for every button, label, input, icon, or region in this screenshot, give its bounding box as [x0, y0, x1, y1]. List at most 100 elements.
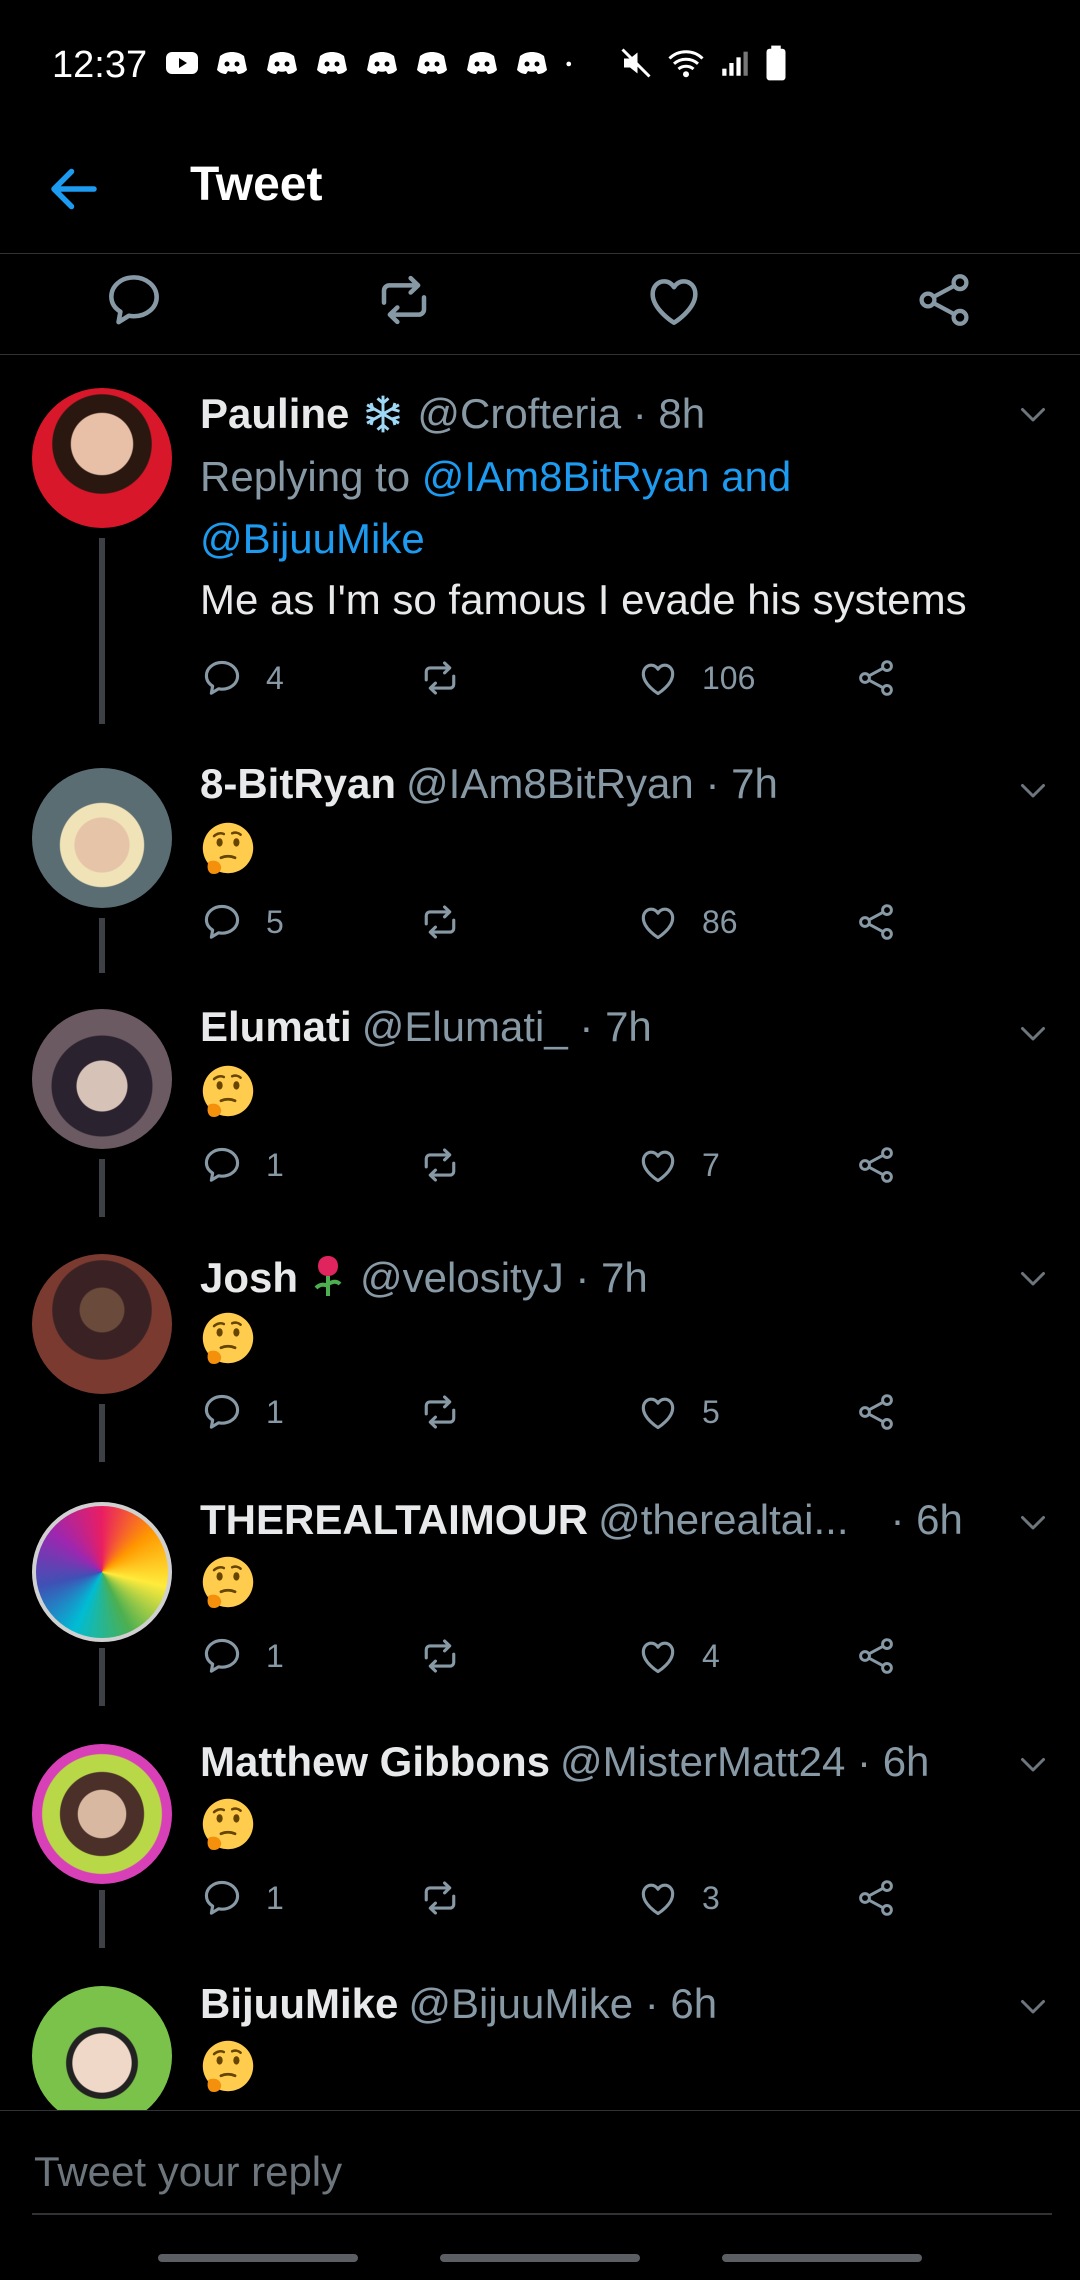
thread-line	[99, 1159, 105, 1217]
reply-button[interactable]: 1	[200, 1634, 284, 1678]
like-button[interactable]: 4	[636, 1634, 720, 1678]
arrow-left-icon[interactable]	[44, 159, 104, 219]
nav-home[interactable]	[440, 2254, 640, 2262]
avatar[interactable]	[32, 1744, 172, 1884]
share-button[interactable]	[854, 900, 898, 944]
display-name[interactable]: Elumati	[200, 1003, 352, 1050]
retweet-button[interactable]	[418, 900, 484, 944]
system-nav-bar	[0, 2240, 1080, 2280]
retweet-button[interactable]	[418, 1876, 484, 1920]
retweet-icon	[418, 1634, 462, 1678]
display-name[interactable]: 8-BitRyan	[200, 760, 396, 807]
nav-back[interactable]	[722, 2254, 922, 2262]
retweet-button[interactable]	[418, 1634, 484, 1678]
display-name[interactable]: THEREALTAIMOUR	[200, 1496, 588, 1543]
thread-line	[99, 1404, 105, 1462]
reply-icon	[200, 656, 244, 700]
status-time: 12:37	[52, 44, 148, 86]
thread-line	[99, 918, 105, 973]
chevron-down-icon[interactable]	[1015, 1015, 1051, 1051]
discord-icon	[217, 52, 247, 74]
discord-icon	[367, 52, 397, 74]
chevron-down-icon[interactable]	[1015, 1746, 1051, 1782]
share-button[interactable]	[854, 1143, 898, 1187]
tweet-header: Josh @velosityJ · 7h	[200, 1252, 648, 1302]
share-button[interactable]	[854, 1876, 898, 1920]
avatar[interactable]	[32, 1502, 172, 1642]
share-icon	[854, 1876, 898, 1920]
reply-icon	[200, 1876, 244, 1920]
like-button[interactable]: 106	[636, 656, 755, 700]
reply-input[interactable]	[32, 2131, 1052, 2215]
reply-count: 1	[266, 1393, 284, 1430]
timestamp: · 6h	[890, 1496, 963, 1543]
avatar[interactable]	[32, 768, 172, 908]
chevron-down-icon[interactable]	[1015, 772, 1051, 808]
display-name[interactable]: Pauline	[200, 390, 349, 437]
timestamp: · 7h	[705, 760, 778, 807]
reply-count: 1	[266, 1879, 284, 1916]
like-count: 106	[702, 659, 756, 696]
share-button[interactable]	[854, 656, 898, 700]
nav-recents[interactable]	[158, 2254, 358, 2262]
chevron-down-icon[interactable]	[1015, 396, 1051, 432]
retweet-icon	[418, 1143, 462, 1187]
chevron-down-icon[interactable]	[1015, 1988, 1051, 2024]
handle: @MisterMatt24	[560, 1738, 846, 1785]
tweet-actions: 4 106	[200, 656, 920, 706]
like-button[interactable]: 5	[636, 1390, 720, 1434]
battery-icon	[766, 45, 786, 81]
thread-line	[99, 1890, 105, 1948]
reply-button[interactable]: 5	[200, 900, 284, 944]
reply-button[interactable]: 4	[200, 656, 284, 700]
handle: @BijuuMike	[408, 1980, 634, 2027]
heart-icon[interactable]	[642, 268, 706, 332]
chevron-down-icon[interactable]	[1015, 1504, 1051, 1540]
like-count: 5	[702, 1393, 720, 1430]
display-name[interactable]: Matthew Gibbons	[200, 1738, 550, 1785]
display-name[interactable]: BijuuMike	[200, 1980, 398, 2027]
thinking-face-emoji	[200, 1796, 256, 1852]
share-button[interactable]	[854, 1390, 898, 1434]
timestamp: · 6h	[644, 1980, 718, 2027]
avatar[interactable]	[32, 1986, 172, 2110]
share-icon[interactable]	[912, 268, 976, 332]
share-icon	[854, 900, 898, 944]
avatar[interactable]	[32, 1254, 172, 1394]
retweet-button[interactable]	[418, 1390, 484, 1434]
reply-button[interactable]: 1	[200, 1390, 284, 1434]
heart-icon	[636, 1143, 680, 1187]
timestamp: · 7h	[575, 1254, 648, 1301]
retweet-icon	[418, 656, 462, 700]
reply-button[interactable]: 1	[200, 1143, 284, 1187]
tweet-header: Matthew Gibbons @MisterMatt24 · 6h	[200, 1738, 929, 1786]
reply-button[interactable]: 1	[200, 1876, 284, 1920]
main-tweet-actions	[0, 254, 1080, 355]
display-name[interactable]: Josh	[200, 1254, 298, 1301]
system-icons	[618, 44, 788, 82]
reply-icon[interactable]	[102, 268, 166, 332]
like-count: 4	[702, 1637, 720, 1674]
heart-icon	[636, 656, 680, 700]
reply-tweet[interactable]: BijuuMike @BijuuMike · 6h	[0, 1946, 1080, 2110]
tweet-header: 8-BitRyan @IAm8BitRyan · 7h	[200, 760, 778, 808]
tweet-actions: 1 4	[200, 1634, 920, 1684]
tweet-header: Pauline @Crofteria · 8h	[200, 390, 705, 438]
avatar[interactable]	[32, 1009, 172, 1149]
retweet-button[interactable]	[418, 1143, 484, 1187]
mention-link[interactable]: @IAm8BitRyan and	[422, 453, 791, 500]
discord-icon	[417, 52, 447, 74]
tweet-header: BijuuMike @BijuuMike · 6h	[200, 1980, 717, 2028]
like-button[interactable]: 3	[636, 1876, 720, 1920]
tweet-actions: 1 7	[200, 1143, 920, 1193]
avatar[interactable]	[32, 388, 172, 528]
chevron-down-icon[interactable]	[1015, 1260, 1051, 1296]
reply-icon	[200, 900, 244, 944]
retweet-button[interactable]	[418, 656, 484, 700]
mention-link[interactable]: @BijuuMike	[200, 515, 425, 562]
like-button[interactable]: 7	[636, 1143, 720, 1187]
retweet-icon[interactable]	[372, 268, 436, 332]
share-button[interactable]	[854, 1634, 898, 1678]
like-button[interactable]: 86	[636, 900, 738, 944]
share-icon	[854, 1390, 898, 1434]
